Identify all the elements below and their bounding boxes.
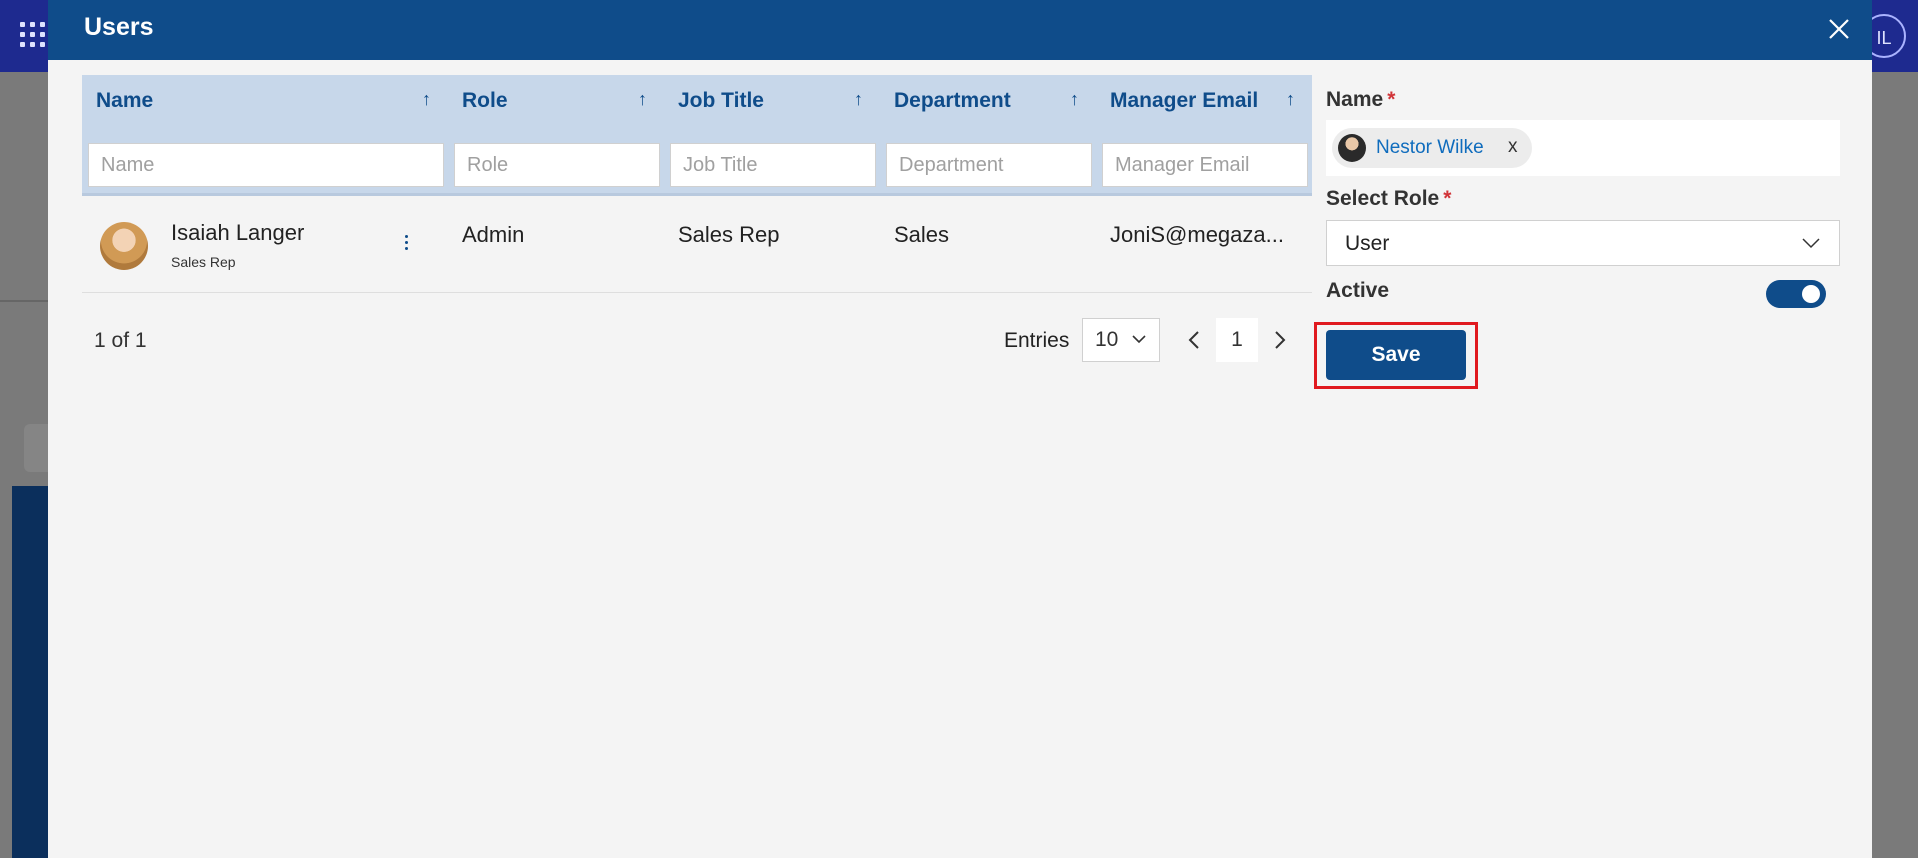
person-avatar [1338,134,1366,162]
column-header-manager-email[interactable]: Manager Email [1110,89,1258,119]
column-header-job-title[interactable]: Job Title [678,89,764,119]
selected-person-pill[interactable]: Nestor Wilke x [1332,128,1532,168]
sort-arrow-icon[interactable]: ↑ [422,89,431,110]
sort-arrow-icon[interactable]: ↑ [1070,89,1079,110]
app-launcher-icon[interactable] [20,22,50,52]
cell-role: Admin [462,222,525,247]
role-label-text: Select Role [1326,187,1440,210]
filter-name-input[interactable] [88,143,444,187]
cell-job-title: Sales Rep [678,222,780,247]
user-subtitle: Sales Rep [171,254,236,270]
remove-person-button[interactable]: x [1508,136,1518,158]
close-icon[interactable] [1824,14,1854,44]
sort-arrow-icon[interactable]: ↑ [1286,89,1295,110]
backdrop-divider [0,300,48,302]
dialog-title: Users [84,13,154,41]
column-header-department[interactable]: Department [894,89,1011,119]
required-marker: * [1443,187,1452,210]
active-label: Active [1326,279,1390,302]
role-dropdown[interactable]: User [1326,220,1840,266]
toggle-knob [1802,285,1820,303]
role-value: User [1345,232,1390,255]
active-toggle[interactable] [1766,280,1826,308]
table-row[interactable]: Isaiah Langer Sales Rep Admin Sales Rep … [82,196,1312,293]
users-dialog: Users Name ↑ Role ↑ Job Title ↑ Departme… [48,0,1872,858]
selected-person-name[interactable]: Nestor Wilke [1376,137,1484,159]
pagination-info: 1 of 1 [94,329,147,352]
filter-job-title-input[interactable] [670,143,876,187]
filter-role-input[interactable] [454,143,660,187]
filter-department-input[interactable] [886,143,1092,187]
cell-department: Sales [894,222,950,247]
cell-manager-email: JoniS@megaza... [1110,222,1284,247]
name-label-text: Name [1326,88,1384,111]
chevron-down-icon [1132,335,1146,344]
people-picker[interactable]: Nestor Wilke x [1326,120,1840,176]
column-header-role[interactable]: Role [462,89,508,119]
filter-manager-email-input[interactable] [1102,143,1308,187]
current-page[interactable]: 1 [1216,318,1258,362]
dialog-header: Users [48,0,1872,60]
chevron-left-icon[interactable] [1184,328,1204,352]
entries-label: Entries [1004,329,1070,352]
save-button[interactable]: Save [1326,330,1466,380]
name-field-label: Name * [1326,88,1395,112]
column-header-name[interactable]: Name [96,89,153,119]
entries-select[interactable]: 10 [1082,318,1160,362]
sort-arrow-icon[interactable]: ↑ [638,89,647,110]
chevron-down-icon [1802,238,1820,249]
backdrop-side-panel [12,486,52,858]
entries-value: 10 [1095,328,1119,351]
user-name: Isaiah Langer [171,220,305,245]
chevron-right-icon[interactable] [1270,328,1290,352]
more-options-icon[interactable] [400,232,412,256]
sort-arrow-icon[interactable]: ↑ [854,89,863,110]
user-avatar [100,222,148,270]
required-marker: * [1387,88,1396,111]
role-field-label: Select Role * [1326,187,1451,211]
table-header: Name ↑ Role ↑ Job Title ↑ Department ↑ M… [82,75,1312,195]
